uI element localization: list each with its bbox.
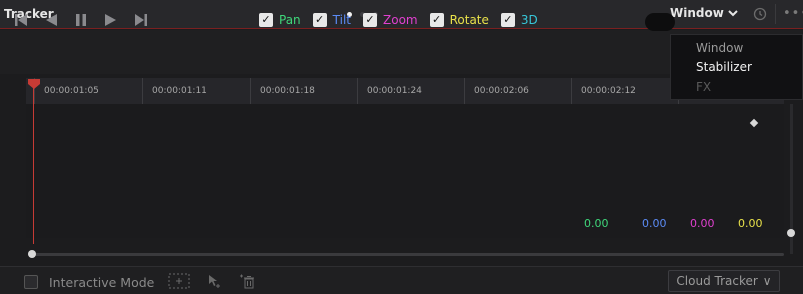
mode-dropdown-menu: Window Stabilizer FX: [670, 34, 803, 100]
track-zoom-checkbox[interactable]: ✓: [363, 13, 377, 27]
track-tilt-label: Tilt: [332, 13, 351, 27]
vertical-scroll-handle[interactable]: [787, 229, 795, 237]
horizontal-scrollbar[interactable]: [28, 253, 784, 256]
track-tilt-checkbox[interactable]: ✓: [312, 13, 327, 27]
playhead-line[interactable]: [33, 82, 34, 244]
value-readout: 0.00: [738, 217, 763, 230]
ruler-tick: [142, 78, 143, 104]
interactive-mode-label: Interactive Mode: [49, 275, 155, 290]
add-feature-point-icon[interactable]: [206, 273, 222, 289]
transport-controls: [14, 13, 148, 27]
delete-feature-point-icon[interactable]: [238, 273, 256, 289]
skip-to-end-icon[interactable]: [134, 13, 148, 27]
ruler-tick: [250, 78, 251, 104]
track-options: ✓ Pan ✓ Tilt ✓ Zoom ✓ Rotate ✓ 3D: [259, 13, 544, 27]
more-options-icon[interactable]: •••: [783, 6, 803, 21]
mode-option-fx: FX: [696, 80, 712, 94]
value-readout: 0.00: [642, 217, 667, 230]
chevron-down-icon: [728, 10, 738, 17]
mode-select-label: Window: [670, 6, 724, 20]
interactive-mode-checkbox[interactable]: [24, 275, 38, 289]
horizontal-scroll-handle[interactable]: [28, 250, 36, 258]
track-zoom-label: Zoom: [383, 13, 418, 27]
mode-option-window[interactable]: Window: [696, 41, 743, 55]
value-readout: 0.00: [690, 217, 715, 230]
track-pan-label: Pan: [279, 13, 301, 27]
ruler-tick: [571, 78, 572, 104]
chevron-down-icon: ∨: [762, 274, 772, 288]
ruler-tick: [464, 78, 465, 104]
mode-select[interactable]: Window: [670, 6, 738, 20]
toggle-pill[interactable]: [645, 13, 675, 31]
ruler-timecode: 00:00:02:06: [474, 86, 529, 96]
ruler-timecode: 00:00:01:05: [44, 86, 99, 96]
ruler-timecode: 00:00:01:24: [367, 86, 422, 96]
play-reverse-icon[interactable]: [44, 13, 58, 27]
ruler-timecode: 00:00:02:12: [581, 86, 636, 96]
cloud-tracker-label: Cloud Tracker: [676, 274, 758, 288]
play-forward-icon[interactable]: [104, 13, 118, 27]
ruler-tick: [357, 78, 358, 104]
skip-to-start-icon[interactable]: [14, 13, 28, 27]
pause-icon[interactable]: [74, 13, 88, 27]
header-divider: [775, 4, 776, 24]
track-rotate-checkbox[interactable]: ✓: [429, 13, 444, 27]
track-3d-checkbox[interactable]: ✓: [500, 13, 515, 27]
cloud-tracker-button[interactable]: Cloud Tracker ∨: [668, 270, 780, 292]
track-pan-checkbox[interactable]: ✓: [259, 13, 273, 27]
playhead-handle[interactable]: [27, 78, 41, 90]
track-3d-label: 3D: [520, 13, 538, 27]
ruler-timecode: 00:00:01:18: [260, 86, 315, 96]
value-readout: 0.00: [584, 217, 609, 230]
tracking-graph[interactable]: [26, 104, 784, 238]
mode-option-stabilizer[interactable]: Stabilizer: [696, 60, 752, 74]
track-rotate-label: Rotate: [449, 13, 489, 27]
history-icon[interactable]: [752, 6, 768, 22]
ruler-timecode: 00:00:01:11: [152, 86, 207, 96]
insert-feature-icon[interactable]: [168, 273, 190, 289]
